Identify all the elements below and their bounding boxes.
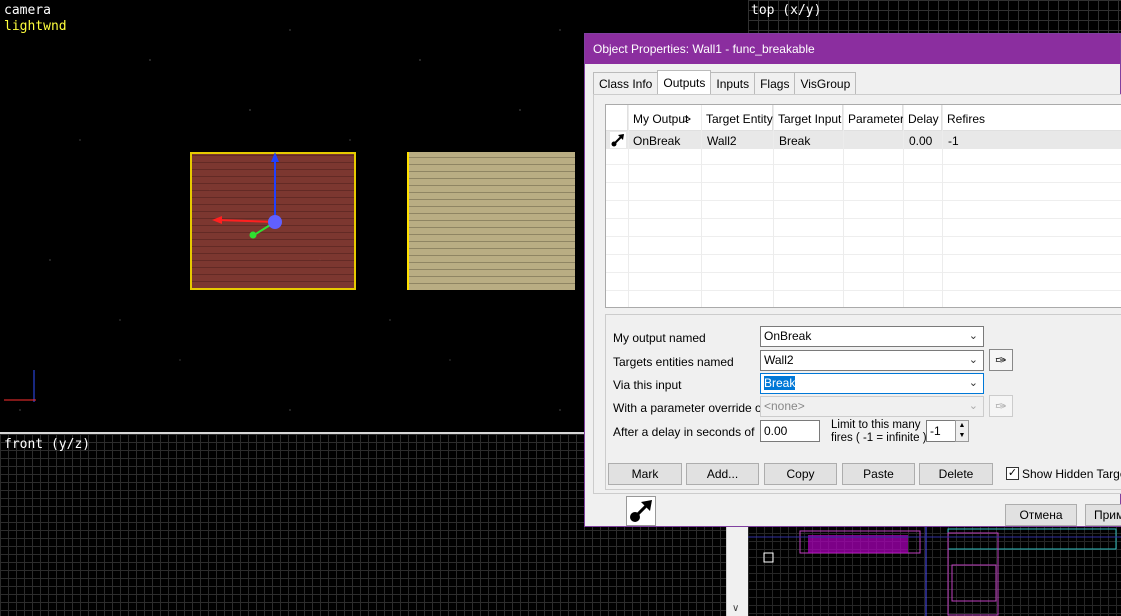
side-viewport[interactable]: [748, 525, 1121, 616]
cell-input: Break: [779, 134, 811, 148]
targets-select[interactable]: Wall2 ⌄: [760, 350, 984, 371]
add-button[interactable]: Add...: [686, 463, 759, 485]
top-viewport[interactable]: top (x/y): [748, 0, 1121, 35]
cancel-button[interactable]: Отмена: [1005, 504, 1077, 526]
cell-refires: -1: [948, 134, 959, 148]
limit-label-line2: fires ( -1 = infinite ): [831, 432, 927, 444]
cell-target: Wall2: [707, 134, 737, 148]
delete-button[interactable]: Delete: [919, 463, 993, 485]
tab-inputs[interactable]: Inputs: [710, 72, 756, 94]
tab-visgroup[interactable]: VisGroup: [794, 72, 857, 94]
show-hidden-label: Show Hidden Targets: [1022, 467, 1121, 481]
tab-outputs[interactable]: Outputs: [657, 70, 712, 94]
col-sort-indicator: >: [682, 105, 702, 130]
output-connection-icon: [626, 496, 656, 526]
delay-label: After a delay in seconds of: [613, 425, 755, 439]
eyedropper-icon[interactable]: ✑: [989, 349, 1013, 371]
cell-parameter: [844, 131, 854, 149]
outputs-table[interactable]: My Output > Target Entity Target Input P…: [605, 104, 1121, 308]
chevron-down-icon: ⌄: [968, 377, 978, 389]
col-target-input[interactable]: Target Input: [773, 105, 843, 130]
paste-button[interactable]: Paste: [842, 463, 915, 485]
col-delay[interactable]: Delay: [903, 105, 942, 130]
side-geometry: [748, 525, 1121, 616]
param-select[interactable]: <none> ⌄: [760, 396, 984, 417]
tab-class-info[interactable]: Class Info: [593, 72, 659, 94]
dialog-title: Object Properties: Wall1 - func_breakabl…: [585, 34, 1120, 64]
output-label: My output named: [613, 331, 706, 345]
chevron-down-icon: ⌄: [968, 330, 978, 342]
camera-sublabel: lightwnd: [4, 19, 67, 34]
chevron-down-icon: ⌄: [968, 354, 978, 366]
table-row[interactable]: OnBreak Wall2 Break 0.00 -1: [606, 131, 1121, 149]
input-label: Via this input: [613, 378, 682, 392]
param-label: With a parameter override of: [613, 401, 766, 415]
output-edit-form: My output named OnBreak ⌄ Targets entitie…: [605, 314, 1121, 490]
tab-flags[interactable]: Flags: [754, 72, 796, 94]
output-select[interactable]: OnBreak ⌄: [760, 326, 984, 347]
delay-input[interactable]: 0.00: [760, 420, 820, 442]
transform-gizmo-icon[interactable]: [200, 150, 300, 250]
object-properties-dialog: Object Properties: Wall1 - func_breakabl…: [584, 33, 1121, 527]
table-header: My Output > Target Entity Target Input P…: [606, 105, 1121, 131]
cell-output: OnBreak: [633, 134, 681, 148]
col-parameter[interactable]: Parameter: [843, 105, 904, 130]
limit-input[interactable]: -1: [926, 420, 956, 442]
copy-button[interactable]: Copy: [764, 463, 837, 485]
tab-bar: Class Info Outputs Inputs Flags VisGroup: [593, 70, 857, 94]
eyedropper-icon[interactable]: ✑: [989, 395, 1013, 417]
show-hidden-checkbox[interactable]: ✓: [1006, 467, 1019, 480]
axis-indicator-icon: [4, 370, 36, 402]
limit-spinner[interactable]: ▲ ▼: [955, 420, 969, 442]
output-connection-icon: [608, 131, 628, 149]
chevron-down-icon: ⌄: [968, 400, 978, 412]
wall2-brush[interactable]: [407, 152, 575, 290]
front-label: front (y/z): [4, 437, 91, 452]
camera-label: camera: [4, 3, 51, 18]
col-target-entity[interactable]: Target Entity: [701, 105, 773, 130]
input-select[interactable]: Break ⌄: [760, 373, 984, 394]
limit-label-line1: Limit to this many: [831, 419, 921, 431]
targets-label: Targets entities named: [613, 355, 734, 369]
col-refires[interactable]: Refires: [942, 105, 1121, 130]
mark-button[interactable]: Mark: [608, 463, 682, 485]
top-label: top (x/y): [751, 3, 822, 18]
chevron-down-icon[interactable]: ∨: [732, 603, 739, 614]
cell-delay: 0.00: [909, 134, 933, 148]
apply-button[interactable]: Прим: [1085, 504, 1121, 526]
